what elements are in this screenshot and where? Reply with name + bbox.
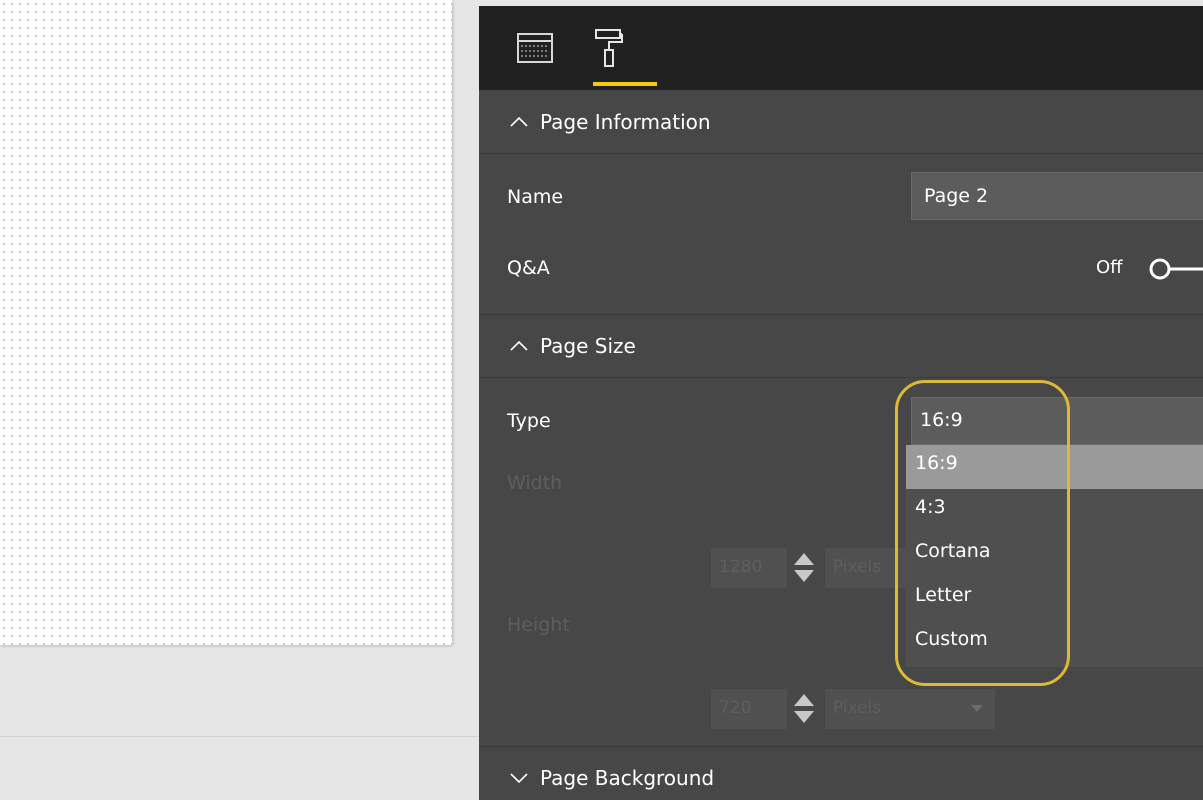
option-label: Custom — [915, 628, 988, 650]
height-unit-select[interactable]: Pixels — [825, 689, 995, 729]
qa-label: Q&A — [507, 257, 550, 279]
option-label: 16:9 — [915, 452, 958, 474]
chevron-up-icon — [510, 340, 528, 351]
height-unit: Pixels — [833, 698, 882, 718]
dropdown-option-16-9[interactable]: 16:9 — [906, 445, 1203, 489]
option-label: Letter — [915, 584, 972, 606]
section-page-background[interactable]: Page Background — [479, 746, 1203, 800]
report-canvas-area — [0, 0, 479, 800]
section-title: Page Information — [540, 109, 711, 134]
width-unit: Pixels — [833, 557, 882, 577]
report-page-canvas[interactable] — [0, 0, 452, 645]
type-selected-value: 16:9 — [920, 409, 963, 431]
section-page-size[interactable]: Page Size — [479, 314, 1203, 378]
tab-format[interactable] — [579, 6, 639, 90]
qa-toggle-state: Off — [1096, 257, 1123, 278]
paint-roller-icon — [595, 29, 623, 67]
option-label: 4:3 — [915, 496, 946, 518]
canvas-divider — [0, 736, 479, 737]
section-page-information[interactable]: Page Information — [479, 90, 1203, 154]
chevron-down-icon — [971, 705, 983, 712]
format-pane: Page Information Name Q&A Off Page Size … — [479, 0, 1203, 800]
option-label: Cortana — [915, 540, 991, 562]
dropdown-option-custom[interactable]: Custom — [906, 621, 1203, 665]
height-input[interactable]: 720 — [711, 689, 787, 729]
page-type-dropdown-list: 16:9 4:3 Cortana Letter Custom — [906, 445, 1203, 667]
chevron-down-icon — [510, 773, 528, 784]
section-title: Page Size — [540, 334, 636, 358]
page-type-select[interactable]: 16:9 — [911, 397, 1203, 445]
dropdown-option-letter[interactable]: Letter — [906, 577, 1203, 621]
table-icon — [517, 33, 553, 63]
width-input[interactable]: 1280 — [711, 548, 787, 588]
name-label: Name — [507, 186, 564, 208]
type-label: Type — [507, 410, 551, 432]
height-label: Height — [507, 614, 570, 636]
tab-fields[interactable] — [505, 6, 565, 90]
height-value: 720 — [719, 698, 752, 718]
height-spinner-icon[interactable] — [793, 692, 815, 726]
qa-toggle[interactable] — [1139, 257, 1203, 281]
active-tab-indicator — [593, 82, 657, 86]
page-name-input[interactable] — [911, 172, 1203, 220]
width-value: 1280 — [719, 557, 763, 577]
pane-tab-bar — [479, 6, 1203, 90]
chevron-up-icon — [510, 116, 528, 127]
dropdown-option-cortana[interactable]: Cortana — [906, 533, 1203, 577]
width-label: Width — [507, 472, 563, 494]
dropdown-option-4-3[interactable]: 4:3 — [906, 489, 1203, 533]
section-title: Page Background — [540, 766, 715, 790]
width-spinner-icon[interactable] — [793, 551, 815, 585]
